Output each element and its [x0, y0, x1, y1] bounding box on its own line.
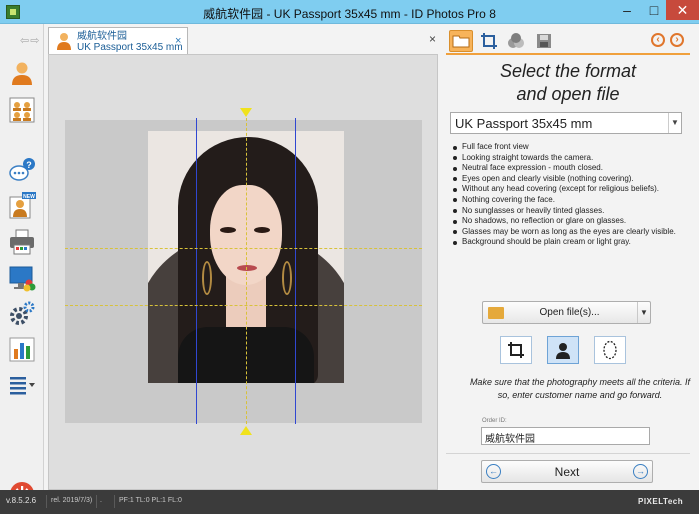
tab-save[interactable] [532, 30, 556, 52]
document-tab-title: 威航软件园 UK Passport 35x45 mm [77, 31, 183, 53]
chevron-down-icon[interactable]: ▼ [637, 302, 650, 323]
statistics-chart-icon[interactable] [7, 334, 37, 364]
list-menu-icon[interactable] [7, 370, 37, 400]
portrait-tool-button[interactable] [547, 336, 579, 364]
list-item: Full face front view [452, 142, 688, 153]
order-id-field[interactable]: 威航软件园 [481, 427, 650, 445]
document-tab[interactable]: 威航软件园 UK Passport 35x45 mm × [48, 27, 188, 54]
help-chat-icon[interactable]: ? [7, 156, 37, 186]
bottom-marker[interactable] [240, 426, 252, 435]
left-toolbar: ⇦⇨ ? NEW [0, 24, 44, 506]
maximize-button[interactable]: □ [640, 0, 668, 20]
group-icon[interactable] [7, 95, 37, 125]
next-step-icon[interactable]: › [670, 33, 684, 47]
list-item: Background should be plain cream or ligh… [452, 237, 688, 248]
crop-tool-button[interactable] [500, 336, 532, 364]
svg-text:NEW: NEW [23, 194, 35, 200]
counts-label: PF:1 TL:0 PL:1 FL:0 [119, 497, 182, 504]
close-tab-button[interactable]: × [175, 35, 181, 47]
center-guide-vertical [246, 118, 247, 424]
next-button[interactable]: ← Next → [481, 460, 653, 483]
top-of-head-marker[interactable] [240, 108, 252, 117]
list-item: No shadows, no reflection or glare on gl… [452, 216, 688, 227]
list-item: Without any head covering (except for re… [452, 184, 688, 195]
version-label: v.8.5.2.6 [6, 496, 37, 505]
photo-criteria-list: Full face front view Looking straight to… [452, 142, 688, 248]
person-icon [57, 33, 71, 50]
tab-crop[interactable] [477, 30, 501, 52]
photo-canvas[interactable] [48, 54, 438, 490]
release-label: rel. 2019/7/3) [51, 497, 93, 504]
step-heading: Select the format and open file [446, 60, 690, 106]
tab-color[interactable] [504, 30, 528, 52]
status-dot: . [100, 497, 102, 504]
heading-line1: Select the format [499, 61, 637, 81]
person-icon[interactable] [7, 58, 37, 88]
heading-line2: and open file [516, 84, 620, 104]
chin-guide [65, 305, 422, 306]
list-item: Neutral face expression - mouth closed. [452, 163, 688, 174]
tab-accent-line [446, 53, 690, 55]
document-tab-line1: 威航软件园 [77, 31, 127, 42]
oval-tool-button[interactable] [594, 336, 626, 364]
close-window-button[interactable]: ✕ [666, 0, 699, 20]
printer-icon[interactable] [7, 227, 37, 257]
eye-line-guide [65, 248, 422, 249]
oval-mask-icon [603, 340, 617, 360]
list-item: Looking straight towards the camera. [452, 153, 688, 164]
save-disk-icon [537, 34, 551, 48]
tab-open-file[interactable] [449, 30, 473, 52]
monitor-color-icon[interactable] [7, 263, 37, 293]
format-dropdown[interactable]: UK Passport 35x45 mm ▼ [450, 112, 682, 134]
folder-icon [452, 35, 470, 48]
settings-gear-icon[interactable] [7, 299, 37, 329]
list-item: No sunglasses or heavily tinted glasses. [452, 206, 688, 217]
window-title: 威航软件园 - UK Passport 35x45 mm - ID Photos… [203, 7, 496, 21]
status-bar: v.8.5.2.6 rel. 2019/7/3) . PF:1 TL:0 PL:… [0, 490, 699, 514]
divider [446, 453, 690, 454]
forward-arrow-icon[interactable]: → [633, 464, 648, 479]
previous-step-icon[interactable]: ‹ [651, 33, 665, 47]
list-item: Eyes open and clearly visible (nothing c… [452, 174, 688, 185]
open-files-label: Open file(s)... [539, 307, 600, 318]
minimize-button[interactable]: – [613, 0, 641, 20]
list-item: Glasses may be worn as long as the eyes … [452, 227, 688, 238]
format-dropdown-value: UK Passport 35x45 mm [455, 116, 593, 131]
crop-icon [508, 342, 524, 358]
crop-guide-right[interactable] [295, 118, 296, 424]
crop-icon [481, 33, 497, 49]
crop-guide-left[interactable] [196, 118, 197, 424]
list-item: Nothing covering the face. [452, 195, 688, 206]
criteria-hint: Make sure that the photography meets all… [469, 377, 691, 400]
person-silhouette-icon [556, 343, 570, 359]
title-bar: 威航软件园 - UK Passport 35x45 mm - ID Photos… [0, 0, 699, 24]
folder-icon [488, 307, 504, 319]
new-person-icon[interactable]: NEW [7, 191, 37, 221]
open-files-button[interactable]: Open file(s)... ▼ [482, 301, 651, 324]
chevron-down-icon[interactable]: ▼ [668, 113, 681, 133]
document-tab-line2: UK Passport 35x45 mm [77, 42, 183, 53]
svg-text:?: ? [26, 160, 32, 170]
color-balls-icon [508, 33, 524, 48]
history-nav-icon[interactable]: ⇦⇨ [20, 34, 40, 47]
order-id-label: Order ID: [482, 418, 507, 424]
next-button-label: Next [554, 465, 580, 479]
pixeltech-logo: PIXELTech [638, 497, 684, 506]
back-arrow-icon[interactable]: ← [486, 464, 501, 479]
close-panel-button[interactable]: × [429, 32, 436, 46]
